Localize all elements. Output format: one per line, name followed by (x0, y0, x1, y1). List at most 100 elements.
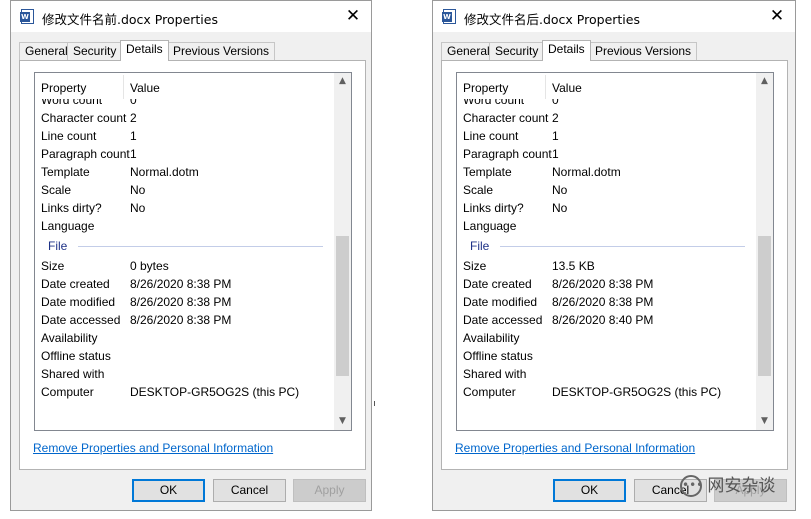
property-value: 2 (130, 111, 137, 125)
property-row[interactable]: Offline status (457, 347, 755, 365)
window-title: 修改文件名后.docx Properties (464, 12, 640, 27)
property-row[interactable]: Character count 2 (457, 109, 755, 127)
word-document-icon: W (20, 9, 34, 24)
property-name: Date modified (41, 295, 116, 309)
remove-properties-link[interactable]: Remove Properties and Personal Informati… (455, 441, 695, 455)
tab-general[interactable]: General (19, 42, 74, 60)
property-name: Language (41, 219, 95, 233)
vertical-scrollbar[interactable]: ▲ ▼ (756, 73, 773, 430)
properties-dialog-before: W 修改文件名前.docx Properties ✕ General Secur… (10, 0, 372, 511)
property-row[interactable]: Template Normal.dotm (457, 163, 755, 181)
watermark-text: 网安杂谈 (707, 476, 776, 496)
property-row[interactable]: Language (35, 217, 333, 235)
tab-general[interactable]: General (441, 42, 496, 60)
property-value: No (130, 183, 146, 197)
properties-list[interactable]: Property Value Word count 0 Character coun… (456, 72, 774, 431)
property-name: Size (463, 259, 487, 273)
watermark: ••• 网安杂谈 (680, 471, 775, 497)
close-icon[interactable]: ✕ (765, 4, 789, 28)
column-header-property[interactable]: Property (41, 81, 86, 95)
property-name: Line count (41, 129, 97, 143)
property-row[interactable]: Character count 2 (35, 109, 333, 127)
property-row[interactable]: Links dirty? No (35, 199, 333, 217)
property-row[interactable]: Links dirty? No (457, 199, 755, 217)
property-row[interactable]: Shared with (457, 365, 755, 383)
property-value: Normal.dotm (130, 165, 199, 179)
property-name: Links dirty? (41, 201, 102, 215)
property-name: Shared with (463, 367, 527, 381)
scroll-up-icon[interactable]: ▲ (334, 73, 351, 90)
property-row[interactable]: Availability (35, 329, 333, 347)
column-divider[interactable] (123, 75, 124, 99)
property-name: Date created (41, 277, 110, 291)
property-row[interactable]: Date created 8/26/2020 8:38 PM (457, 275, 755, 293)
cancel-button[interactable]: Cancel (213, 479, 286, 502)
column-header-property[interactable]: Property (463, 81, 508, 95)
property-value: 8/26/2020 8:38 PM (552, 277, 654, 291)
property-name: Availability (463, 331, 520, 345)
property-row[interactable]: Availability (457, 329, 755, 347)
property-name: Date accessed (41, 313, 121, 327)
properties-dialog-after: W 修改文件名后.docx Properties ✕ General Secur… (432, 0, 796, 511)
title-bar: W 修改文件名前.docx Properties ✕ (11, 1, 371, 32)
scroll-down-icon[interactable]: ▼ (334, 413, 351, 430)
property-row[interactable]: Date modified 8/26/2020 8:38 PM (457, 293, 755, 311)
property-row[interactable]: Line count 1 (457, 127, 755, 145)
apply-button[interactable]: Apply (293, 479, 366, 502)
properties-list[interactable]: Property Value Word count 0 Character coun… (34, 72, 352, 431)
property-name: Computer (41, 385, 94, 399)
scroll-up-icon[interactable]: ▲ (756, 73, 773, 90)
property-name: Template (41, 165, 90, 179)
property-name: Date created (463, 277, 532, 291)
property-row[interactable]: Date accessed 8/26/2020 8:38 PM (35, 311, 333, 329)
window-title: 修改文件名前.docx Properties (42, 12, 218, 27)
remove-properties-link[interactable]: Remove Properties and Personal Informati… (33, 441, 273, 455)
tab-details[interactable]: Details (120, 40, 169, 61)
tab-previous-versions[interactable]: Previous Versions (167, 42, 276, 60)
property-row[interactable]: Scale No (35, 181, 333, 199)
column-header-value[interactable]: Value (552, 81, 582, 95)
details-tab-page: Property Value Word count 0 Character coun… (19, 60, 366, 470)
tab-details[interactable]: Details (542, 40, 591, 61)
tab-security[interactable]: Security (489, 42, 545, 60)
property-row[interactable]: Size 0 bytes (35, 257, 333, 275)
property-row[interactable]: Computer DESKTOP-GR5OG2S (this PC) (457, 383, 755, 401)
tab-previous-versions[interactable]: Previous Versions (589, 42, 698, 60)
close-icon[interactable]: ✕ (341, 4, 365, 28)
property-value: 8/26/2020 8:38 PM (130, 313, 232, 327)
property-value: 13.5 KB (552, 259, 595, 273)
property-row[interactable]: Date modified 8/26/2020 8:38 PM (35, 293, 333, 311)
group-header-file[interactable]: File (457, 235, 755, 257)
property-row[interactable]: Size 13.5 KB (457, 257, 755, 275)
property-row[interactable]: Line count 1 (35, 127, 333, 145)
ok-button[interactable]: OK (553, 479, 626, 502)
list-header: Property Value (35, 73, 333, 99)
column-header-value[interactable]: Value (130, 81, 160, 95)
property-row[interactable]: Paragraph count 1 (35, 145, 333, 163)
property-row[interactable]: Offline status (35, 347, 333, 365)
property-rows: Word count 0 Character count 2 Line count 1 Pa… (457, 91, 755, 401)
vertical-scrollbar[interactable]: ▲ ▼ (334, 73, 351, 430)
scroll-thumb[interactable] (758, 236, 771, 377)
group-label: File (470, 239, 490, 253)
property-name: Language (463, 219, 517, 233)
details-tab-page: Property Value Word count 0 Character coun… (441, 60, 788, 470)
tab-security[interactable]: Security (67, 42, 123, 60)
property-row[interactable]: Shared with (35, 365, 333, 383)
property-row[interactable]: Scale No (457, 181, 755, 199)
group-divider (500, 246, 745, 247)
property-row[interactable]: Computer DESKTOP-GR5OG2S (this PC) (35, 383, 333, 401)
property-row[interactable]: Date accessed 8/26/2020 8:40 PM (457, 311, 755, 329)
column-divider[interactable] (545, 75, 546, 99)
property-row[interactable]: Template Normal.dotm (35, 163, 333, 181)
scroll-thumb[interactable] (336, 236, 349, 377)
ok-button[interactable]: OK (132, 479, 205, 502)
property-row[interactable]: Language (457, 217, 755, 235)
group-header-file[interactable]: File (35, 235, 333, 257)
property-row[interactable]: Date created 8/26/2020 8:38 PM (35, 275, 333, 293)
property-row[interactable]: Paragraph count 1 (457, 145, 755, 163)
property-name: Offline status (41, 349, 111, 363)
background-tick (374, 401, 375, 406)
property-name: Paragraph count (41, 147, 130, 161)
scroll-down-icon[interactable]: ▼ (756, 413, 773, 430)
